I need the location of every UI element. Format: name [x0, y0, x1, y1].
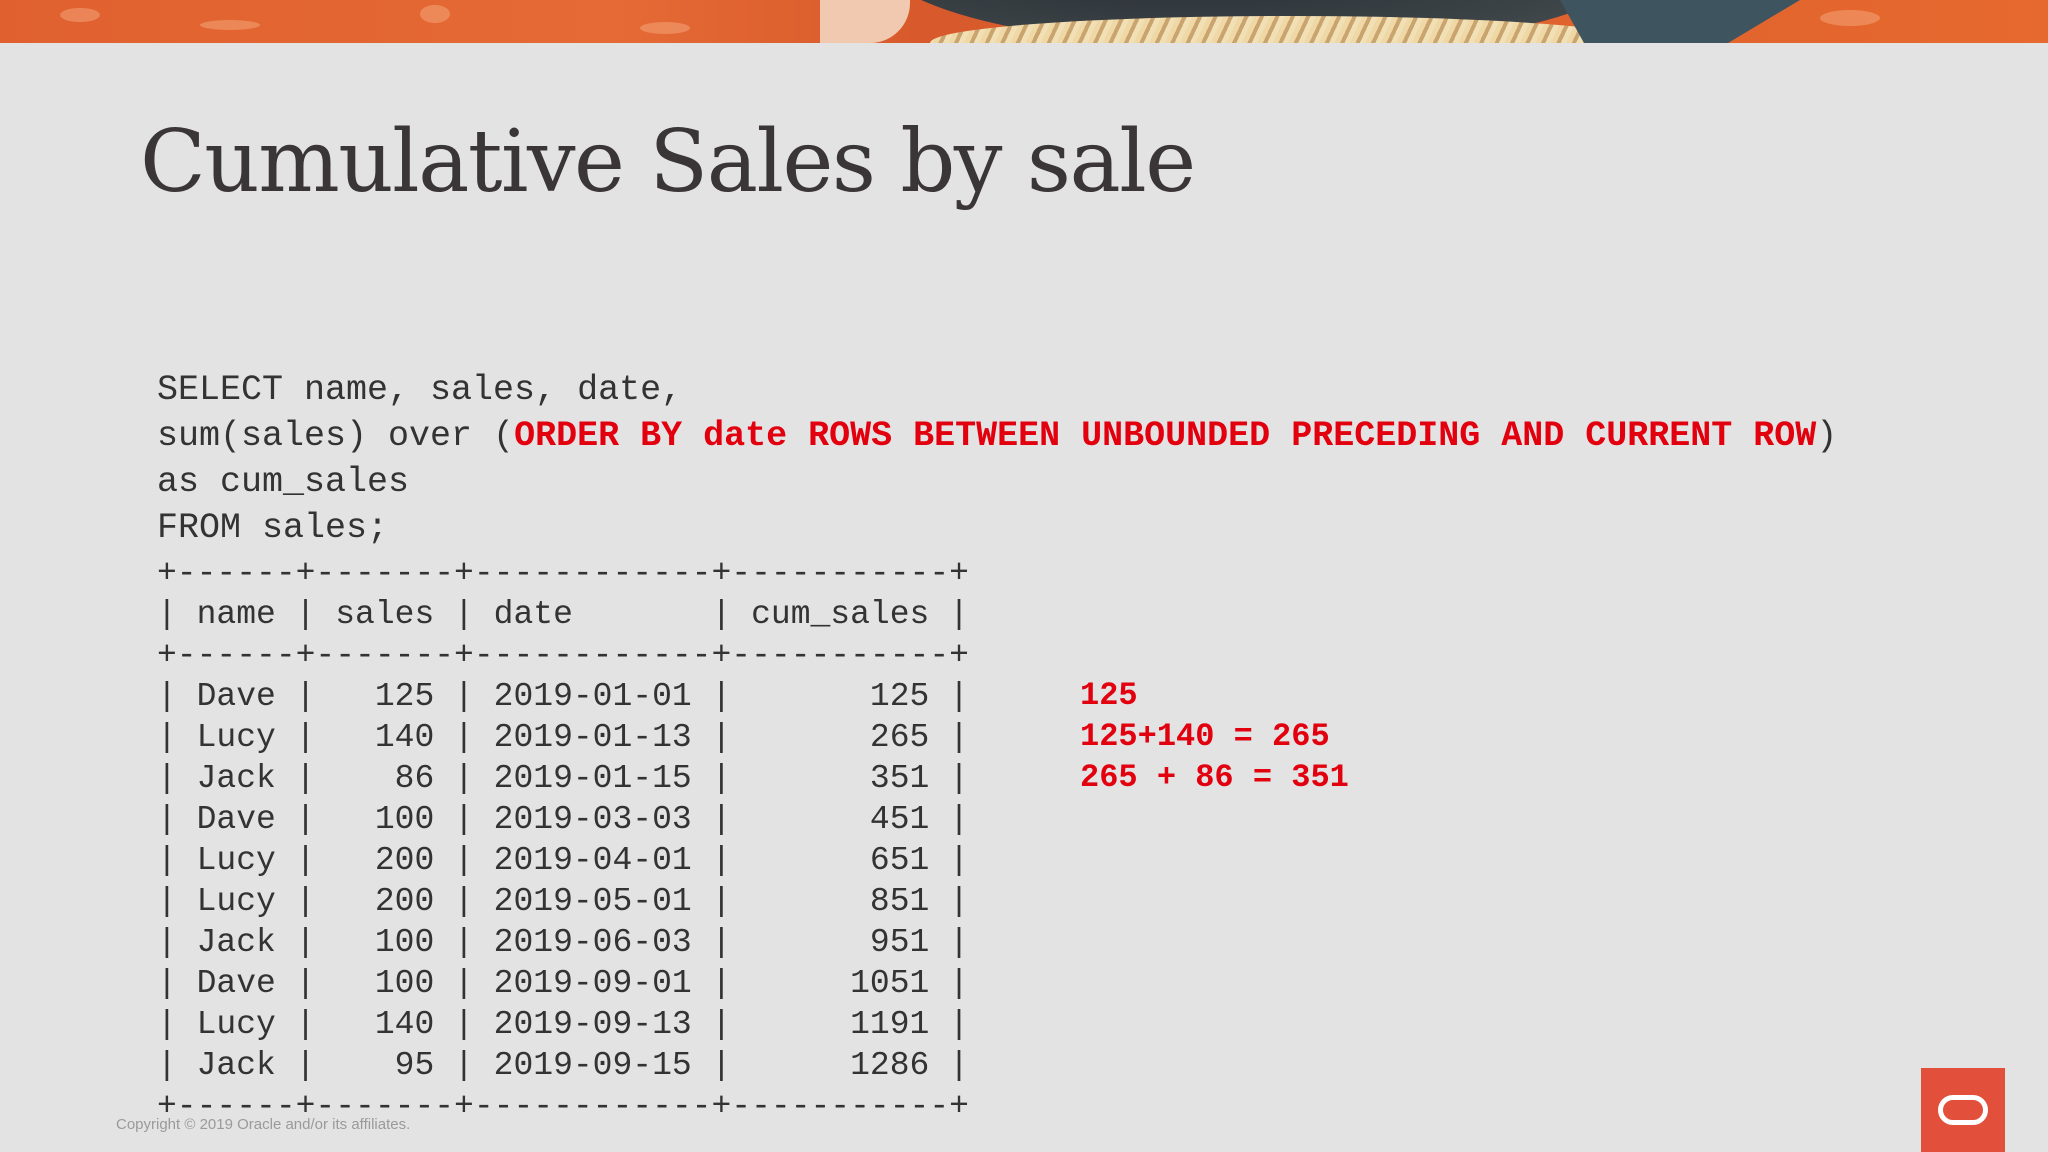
- table-row: | Lucy | 140 | 2019-01-13 | 265 |: [157, 719, 969, 756]
- sql-line-2-suffix: ): [1816, 416, 1838, 456]
- table-border-mid: +------+-------+------------+-----------…: [157, 637, 969, 674]
- table-row: | Jack | 100 | 2019-06-03 | 951 |: [157, 924, 969, 961]
- result-table: +------+-------+------------+-----------…: [157, 553, 969, 1127]
- sql-line-2: sum(sales) over (ORDER BY date ROWS BETW…: [157, 413, 1837, 459]
- calculation-annotations: 125 125+140 = 265 265 + 86 = 351: [1080, 675, 1349, 798]
- table-header: | name | sales | date | cum_sales |: [157, 596, 969, 633]
- sql-line-4: FROM sales;: [157, 508, 389, 548]
- table-row: | Jack | 86 | 2019-01-15 | 351 |: [157, 760, 969, 797]
- slide-title: Cumulative Sales by sale: [140, 112, 1196, 212]
- annotation-line: 125: [1080, 677, 1138, 714]
- sql-line-2-prefix: sum(sales) over (: [157, 416, 515, 456]
- annotation-line: 265 + 86 = 351: [1080, 759, 1349, 796]
- annotation-line: 125+140 = 265: [1080, 718, 1330, 755]
- sql-line-1: SELECT name, sales, date,: [157, 370, 683, 410]
- table-row: | Dave | 125 | 2019-01-01 | 125 |: [157, 678, 969, 715]
- table-row: | Lucy | 200 | 2019-04-01 | 651 |: [157, 842, 969, 879]
- sql-window-clause: ORDER BY date ROWS BETWEEN UNBOUNDED PRE…: [514, 416, 1817, 456]
- table-row: | Dave | 100 | 2019-09-01 | 1051 |: [157, 965, 969, 1002]
- table-row: | Jack | 95 | 2019-09-15 | 1286 |: [157, 1047, 969, 1084]
- sql-line-3: as cum_sales: [157, 462, 410, 502]
- table-border-top: +------+-------+------------+-----------…: [157, 555, 969, 592]
- table-row: | Lucy | 200 | 2019-05-01 | 851 |: [157, 883, 969, 920]
- oracle-logo-icon: [1921, 1068, 2005, 1152]
- header-banner-art: [0, 0, 2048, 43]
- table-row: | Dave | 100 | 2019-03-03 | 451 |: [157, 801, 969, 838]
- table-row: | Lucy | 140 | 2019-09-13 | 1191 |: [157, 1006, 969, 1043]
- copyright-notice: Copyright © 2019 Oracle and/or its affil…: [116, 1116, 411, 1133]
